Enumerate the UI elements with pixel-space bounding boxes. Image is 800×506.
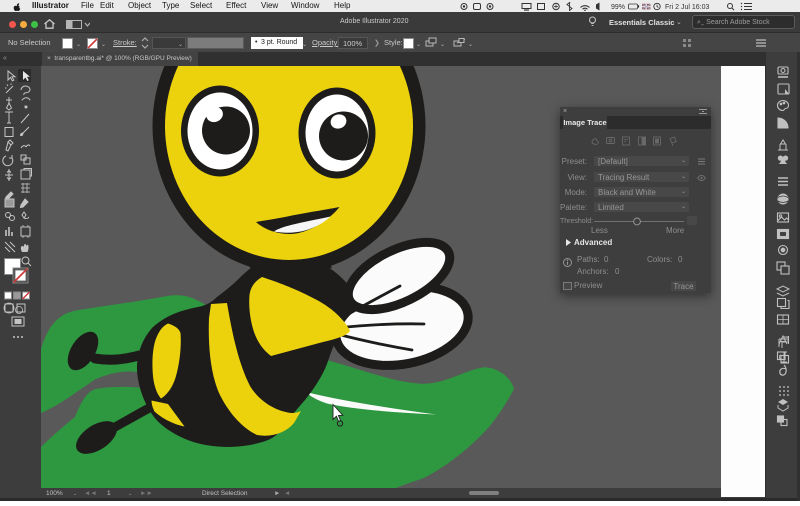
svg-text:99%: 99% <box>611 4 625 11</box>
svg-text:Fri 2 Jul 16:03: Fri 2 Jul 16:03 <box>665 4 709 11</box>
